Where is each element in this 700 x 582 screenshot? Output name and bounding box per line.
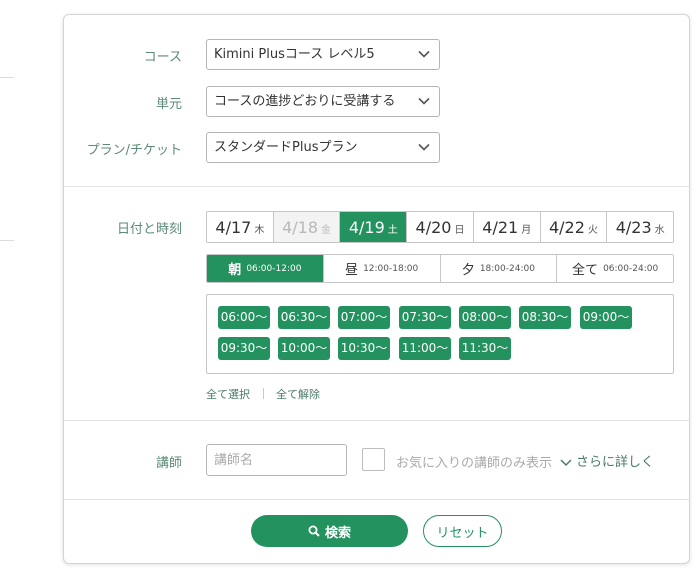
- date-tab: 4/18 金: [272, 212, 340, 242]
- time-slot-button[interactable]: 10:30〜: [338, 337, 390, 360]
- period-tab-evening[interactable]: 夕 18:00-24:00: [439, 255, 557, 282]
- select-all-link[interactable]: 全て選択: [206, 388, 250, 401]
- background-divider: [0, 77, 14, 78]
- date-tab[interactable]: 4/17 木: [207, 212, 273, 242]
- date-tab[interactable]: 4/19 土: [339, 212, 407, 242]
- unit-label: 単元: [155, 97, 182, 112]
- favorite-only-checkbox[interactable]: [362, 448, 385, 471]
- time-slot-button[interactable]: 08:00〜: [459, 306, 511, 329]
- more-options-label: さらに詳しく: [576, 455, 655, 470]
- time-slot-button[interactable]: 07:30〜: [399, 306, 451, 329]
- time-slot-button[interactable]: 11:30〜: [459, 337, 511, 360]
- search-icon: [308, 525, 320, 537]
- slot-selection-links: 全て選択 全て解除: [206, 386, 320, 402]
- datetime-label: 日付と時刻: [116, 222, 182, 237]
- teacher-name-input[interactable]: [206, 444, 347, 476]
- reset-button-label: リセット: [436, 525, 489, 541]
- plan-select-value: スタンダードPlusプラン: [214, 140, 358, 155]
- course-select-value: Kimini Plusコース レベル5: [214, 47, 375, 62]
- section-divider: [64, 499, 689, 500]
- section-divider: [64, 186, 689, 187]
- plan-select[interactable]: スタンダードPlusプラン: [206, 132, 440, 163]
- search-button[interactable]: 検索: [251, 515, 408, 547]
- link-separator: [263, 388, 264, 399]
- unit-select[interactable]: コースの進捗どおりに受講する: [206, 86, 440, 117]
- time-slot-button[interactable]: 09:00〜: [580, 306, 632, 329]
- chevron-down-icon: [418, 143, 430, 151]
- plan-label: プラン/チケット: [86, 143, 182, 158]
- time-slot-button[interactable]: 06:30〜: [278, 306, 330, 329]
- course-label: コース: [143, 50, 182, 65]
- time-slot-button[interactable]: 09:30〜: [218, 337, 270, 360]
- more-options-toggle[interactable]: さらに詳しく: [560, 451, 654, 470]
- date-tab[interactable]: 4/22 火: [539, 212, 607, 242]
- time-slot-button[interactable]: 10:00〜: [278, 337, 330, 360]
- favorite-only-label: お気に入りの講師のみ表示: [396, 456, 553, 471]
- date-tabs: 4/17 木 4/18 金 4/19 土 4/20 日 4/21 月 4/22 火 4/23…: [206, 211, 674, 243]
- background-divider: [0, 240, 14, 241]
- chevron-down-icon: [418, 97, 430, 105]
- period-tab-afternoon[interactable]: 昼 12:00-18:00: [322, 255, 440, 282]
- time-slot-button[interactable]: 11:00〜: [399, 337, 451, 360]
- time-slot-button[interactable]: 06:00〜: [218, 306, 270, 329]
- reset-button[interactable]: リセット: [423, 515, 502, 547]
- period-tabs: 朝 06:00-12:00 昼 12:00-18:00 夕 18:00-24:00 全…: [206, 254, 674, 283]
- teacher-label: 講師: [155, 456, 182, 471]
- date-tab[interactable]: 4/20 日: [406, 212, 473, 242]
- chevron-down-icon: [418, 50, 430, 58]
- period-tab-morning[interactable]: 朝 06:00-12:00: [207, 255, 323, 282]
- time-slot-button[interactable]: 07:00〜: [338, 306, 390, 329]
- search-form-panel: コース Kimini Plusコース レベル5 単元 コースの進捗どおりに受講す…: [63, 14, 690, 564]
- date-tab[interactable]: 4/21 月: [472, 212, 540, 242]
- time-slot-list: 06:00〜 06:30〜 07:00〜 07:30〜 08:00〜 08:30…: [206, 294, 674, 374]
- unit-select-value: コースの進捗どおりに受講する: [214, 94, 396, 109]
- section-divider: [64, 420, 689, 421]
- search-button-label: 検索: [324, 525, 351, 541]
- chevron-down-icon: [560, 459, 572, 467]
- deselect-all-link[interactable]: 全て解除: [276, 388, 320, 401]
- time-slot-button[interactable]: 08:30〜: [519, 306, 571, 329]
- date-tab[interactable]: 4/23 水: [606, 212, 673, 242]
- period-tab-all[interactable]: 全て 06:00-24:00: [556, 255, 673, 282]
- course-select[interactable]: Kimini Plusコース レベル5: [206, 39, 440, 70]
